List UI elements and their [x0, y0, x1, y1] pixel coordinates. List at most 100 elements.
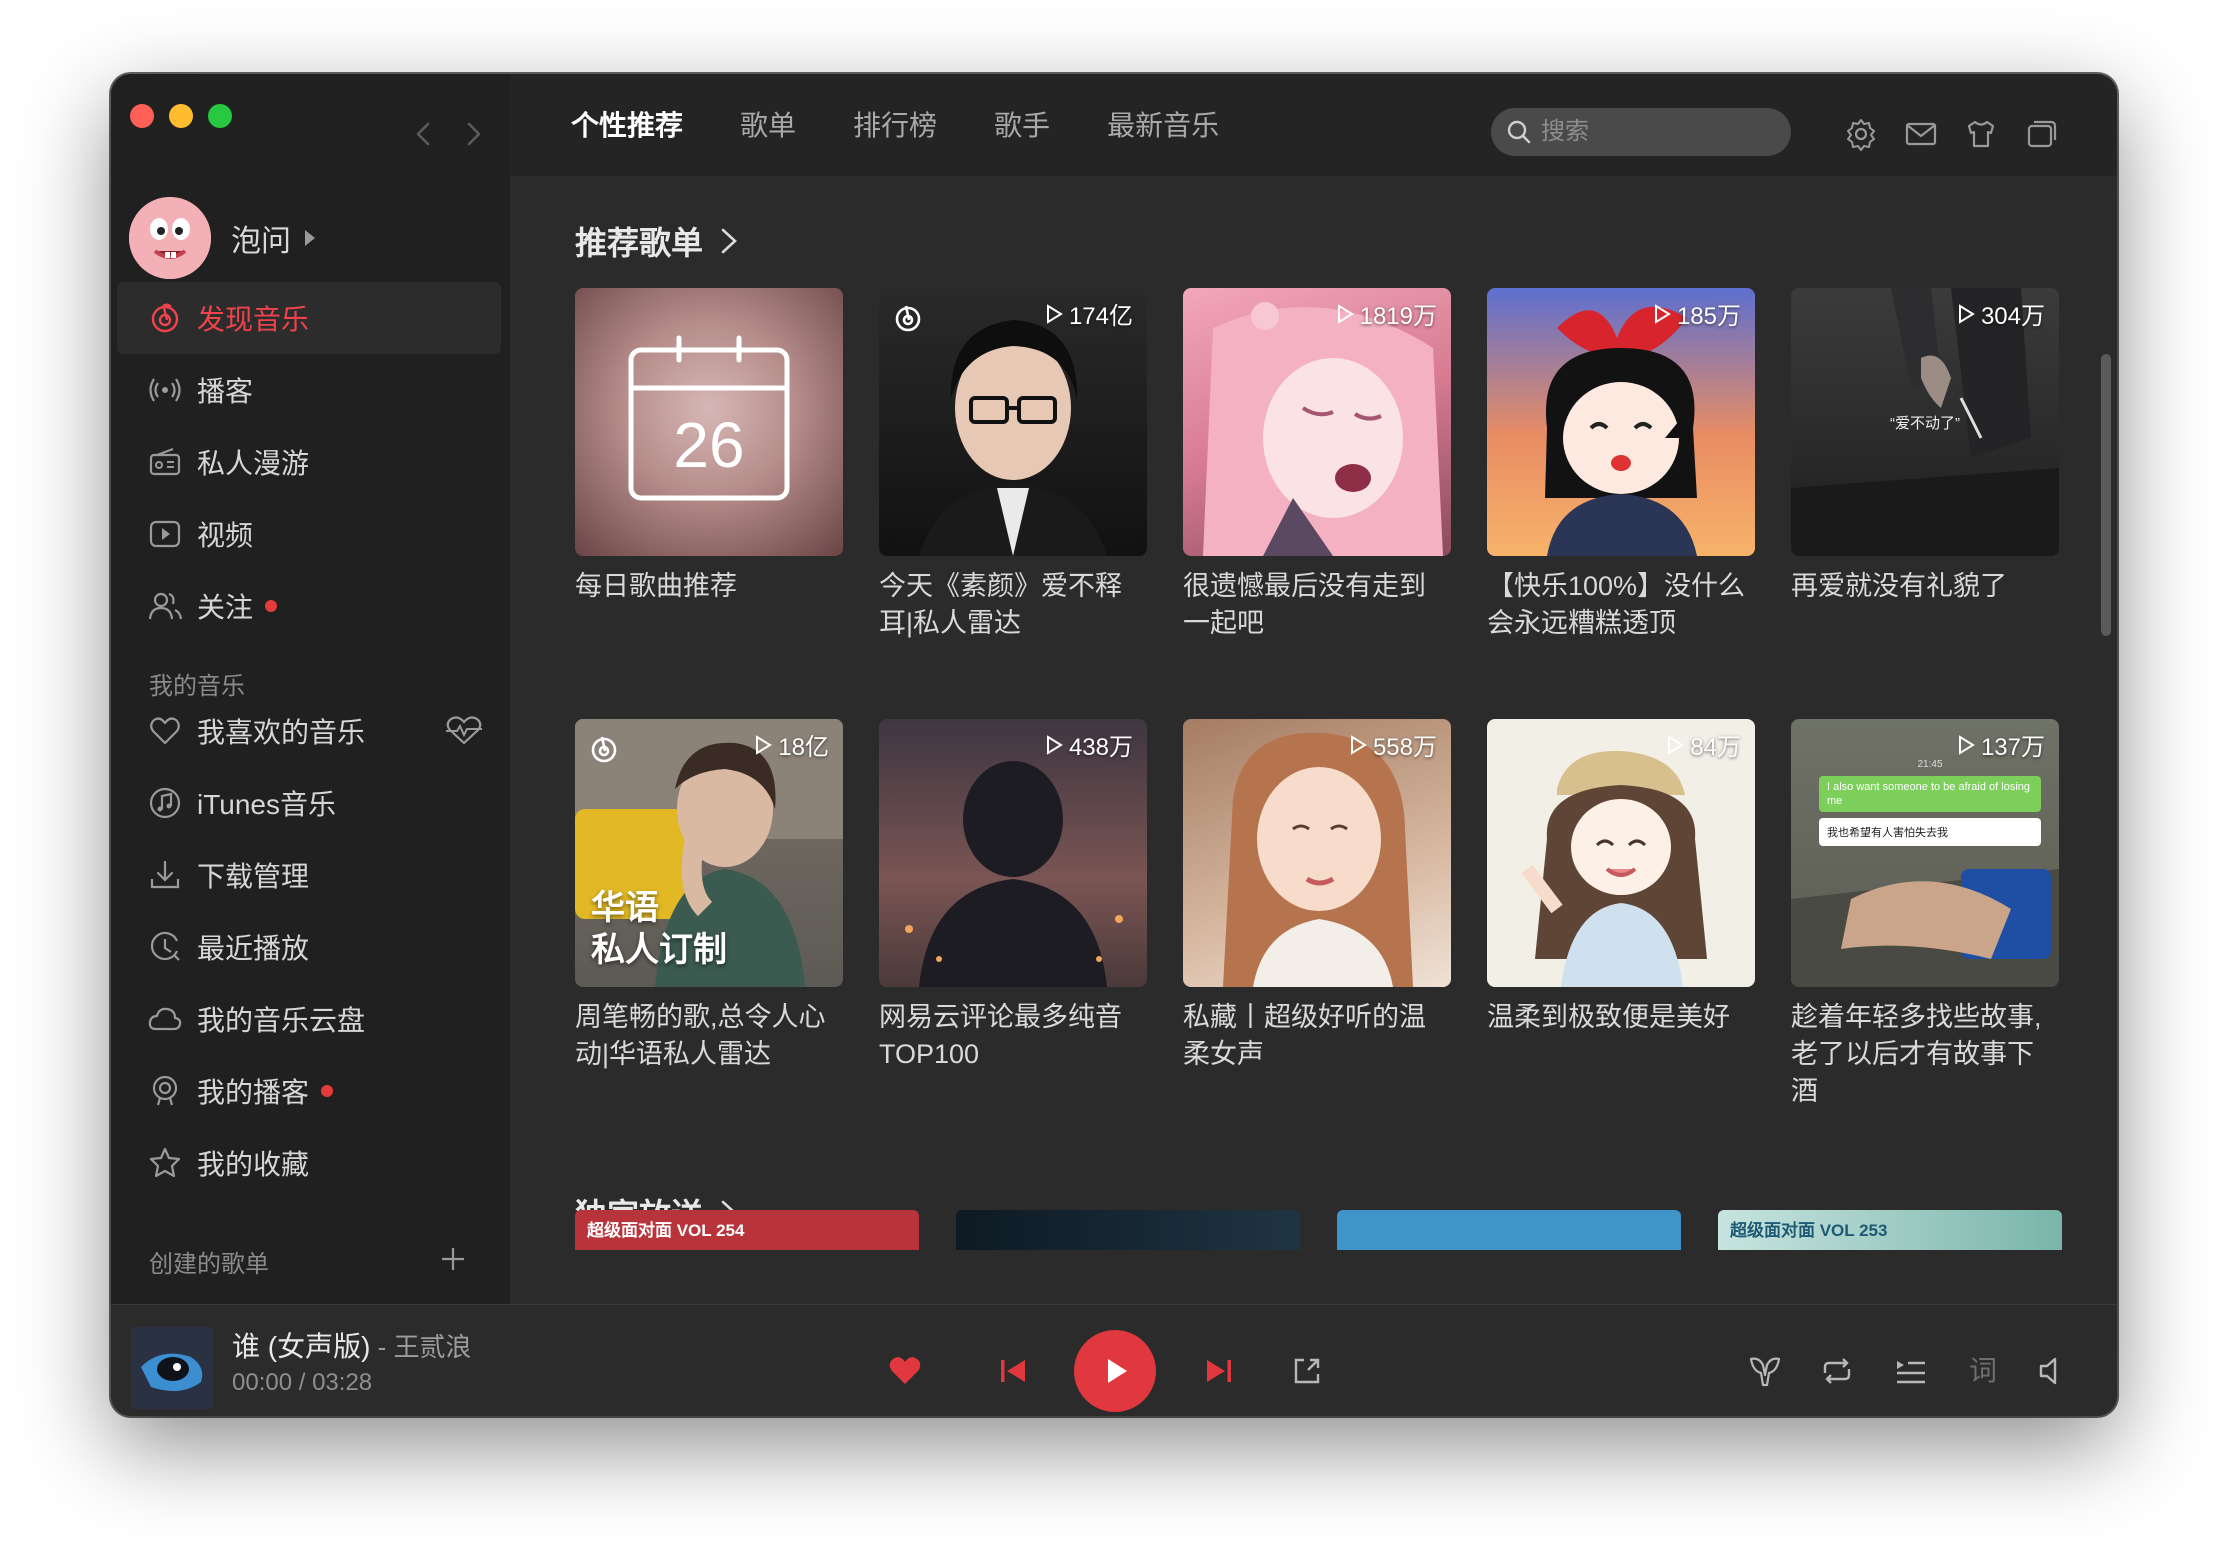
sidebar-item-label: iTunes音乐	[197, 789, 337, 820]
playlist-card-8[interactable]: 558万 私藏丨超级好听的温柔女声	[1183, 719, 1451, 1073]
sidebar-item-label: 播客	[197, 376, 254, 407]
heartbeat-mode-icon[interactable]	[442, 713, 486, 749]
lyrics-button[interactable]: 词	[1963, 1349, 2003, 1393]
play-count: 438万	[1045, 727, 1133, 762]
recent-icon	[147, 929, 183, 965]
total-time: 03:28	[312, 1369, 373, 1396]
playlist-name: 再爱就没有礼貌了	[1791, 571, 2007, 601]
play-count-icon	[1958, 734, 1975, 755]
exclusive-card-4[interactable]: 超级面对面 VOL 253	[1718, 1210, 2062, 1250]
playlist-card-5[interactable]: “爱不动了” 304万 再爱就没有礼貌了	[1791, 288, 2059, 605]
play-count-value: 438万	[1068, 734, 1133, 761]
song-time: 00:00 / 03:28	[232, 1369, 372, 1397]
like-heart-icon[interactable]	[887, 1353, 923, 1389]
playlist-card-10[interactable]: 21:45 I also want someone to be afraid o…	[1791, 719, 2059, 1110]
song-separator: -	[370, 1332, 394, 1362]
play-count-icon	[756, 734, 773, 755]
album-art-image	[131, 1327, 213, 1409]
search-box[interactable]	[1491, 108, 1791, 156]
play-count: 304万	[1957, 296, 2045, 331]
playlist-card-3[interactable]: 1819万 很遗憾最后没有走到一起吧	[1183, 288, 1451, 642]
playlist-queue-icon[interactable]	[1891, 1351, 1931, 1391]
tab-artists[interactable]: 歌手	[994, 104, 1050, 164]
recommended-playlists-heading[interactable]: 推荐歌单	[575, 218, 743, 264]
main-scrollbar[interactable]	[2101, 354, 2111, 636]
download-icon	[147, 857, 183, 893]
next-track-icon[interactable]	[1201, 1353, 1237, 1389]
play-count-icon	[1654, 303, 1671, 324]
sidebar-item-collection[interactable]: 我的收藏	[111, 1127, 510, 1199]
tab-charts[interactable]: 排行榜	[853, 104, 937, 164]
tab-playlists[interactable]: 歌单	[740, 104, 796, 164]
playlist-cover: 84万	[1487, 719, 1755, 987]
sound-effect-icon[interactable]	[1745, 1351, 1785, 1391]
sidebar-item-podcast[interactable]: 播客	[111, 354, 510, 426]
volume-icon[interactable]	[2031, 1351, 2071, 1391]
radar-icon	[891, 300, 925, 334]
song-artist[interactable]: 王贰浪	[394, 1332, 472, 1362]
sidebar-item-liked-music[interactable]: 我喜欢的音乐	[111, 695, 510, 767]
minimize-window-button[interactable]	[169, 104, 193, 128]
sidebar-item-discover[interactable]: 发现音乐	[117, 282, 501, 354]
playlist-name: 网易云评论最多纯音TOP100	[879, 1002, 1122, 1069]
exclusive-card-2[interactable]	[956, 1210, 1300, 1250]
playlist-card-7[interactable]: 438万 网易云评论最多纯音TOP100	[879, 719, 1147, 1073]
friends-icon	[147, 588, 183, 624]
playlist-cover: 174亿	[879, 288, 1147, 556]
mini-window-icon[interactable]	[2021, 114, 2061, 154]
play-count-icon	[1958, 303, 1975, 324]
sidebar-item-personal-fm[interactable]: 私人漫游	[111, 426, 510, 498]
tab-new-music[interactable]: 最新音乐	[1107, 104, 1219, 164]
playlist-card-2[interactable]: 174亿 今天《素颜》爱不释耳|私人雷达	[879, 288, 1147, 642]
sidebar-item-cloud[interactable]: 我的音乐云盘	[111, 983, 510, 1055]
playlist-cover: “爱不动了” 304万	[1791, 288, 2059, 556]
play-count-value: 1819万	[1359, 303, 1437, 330]
main-content: 推荐歌单 26 每日歌曲推荐 174亿 今天《素颜》爱不释耳|私人雷达 1819…	[510, 176, 2117, 1304]
avatar	[129, 197, 211, 279]
search-input[interactable]	[1539, 117, 1763, 147]
play-count-value: 84万	[1690, 734, 1741, 761]
forward-arrow-icon[interactable]	[453, 114, 493, 154]
user-profile[interactable]: 泡问	[129, 196, 315, 280]
zoom-window-button[interactable]	[208, 104, 232, 128]
share-icon[interactable]	[1289, 1353, 1325, 1389]
playlist-card-9[interactable]: 84万 温柔到极致便是美好	[1487, 719, 1755, 1036]
playlist-card-4[interactable]: 185万 【快乐100%】没什么会永远糟糕透顶	[1487, 288, 1755, 642]
playlist-card-daily[interactable]: 26 每日歌曲推荐	[575, 288, 843, 605]
sidebar-item-label: 下载管理	[197, 861, 310, 892]
sidebar-item-my-podcast[interactable]: 我的播客	[111, 1055, 510, 1127]
sidebar-item-itunes[interactable]: iTunes音乐	[111, 767, 510, 839]
now-playing-cover[interactable]	[131, 1327, 213, 1409]
add-playlist-icon[interactable]	[438, 1244, 468, 1274]
my-podcast-icon	[147, 1073, 183, 1109]
close-window-button[interactable]	[130, 104, 154, 128]
sidebar-item-label: 视频	[197, 520, 254, 551]
skin-icon[interactable]	[1961, 114, 2001, 154]
play-count: 84万	[1666, 727, 1741, 762]
heart-icon	[147, 713, 183, 749]
mail-icon[interactable]	[1901, 114, 1941, 154]
exclusive-card-1[interactable]: 超级面对面 VOL 254	[575, 1210, 919, 1250]
exclusive-card-3[interactable]	[1337, 1210, 1681, 1250]
repeat-icon[interactable]	[1817, 1351, 1857, 1391]
search-icon	[1507, 120, 1531, 144]
sidebar-item-video[interactable]: 视频	[111, 498, 510, 570]
back-arrow-icon[interactable]	[404, 114, 444, 154]
podcast-icon	[147, 372, 183, 408]
previous-track-icon[interactable]	[995, 1353, 1031, 1389]
chat-bubble-group: 21:45 I also want someone to be afraid o…	[1819, 759, 2041, 879]
playlist-name: 温柔到极致便是美好	[1487, 1002, 1730, 1032]
sidebar-item-follow[interactable]: 关注	[111, 570, 510, 642]
chevron-right-icon	[721, 228, 737, 254]
play-count-value: 174亿	[1068, 303, 1133, 330]
sidebar-item-downloads[interactable]: 下载管理	[111, 839, 510, 911]
gear-icon[interactable]	[1841, 114, 1881, 154]
play-button[interactable]	[1074, 1330, 1156, 1412]
playlist-cover: 华语 私人订制 18亿	[575, 719, 843, 987]
playlist-card-6[interactable]: 华语 私人订制 18亿 周笔畅的歌,总令人心动|华语私人雷达	[575, 719, 843, 1073]
notification-dot	[321, 1085, 334, 1097]
play-icon	[1108, 1359, 1127, 1383]
tab-personal-recommend[interactable]: 个性推荐	[571, 104, 683, 164]
sidebar-item-recent[interactable]: 最近播放	[111, 911, 510, 983]
radio-icon	[147, 444, 183, 480]
